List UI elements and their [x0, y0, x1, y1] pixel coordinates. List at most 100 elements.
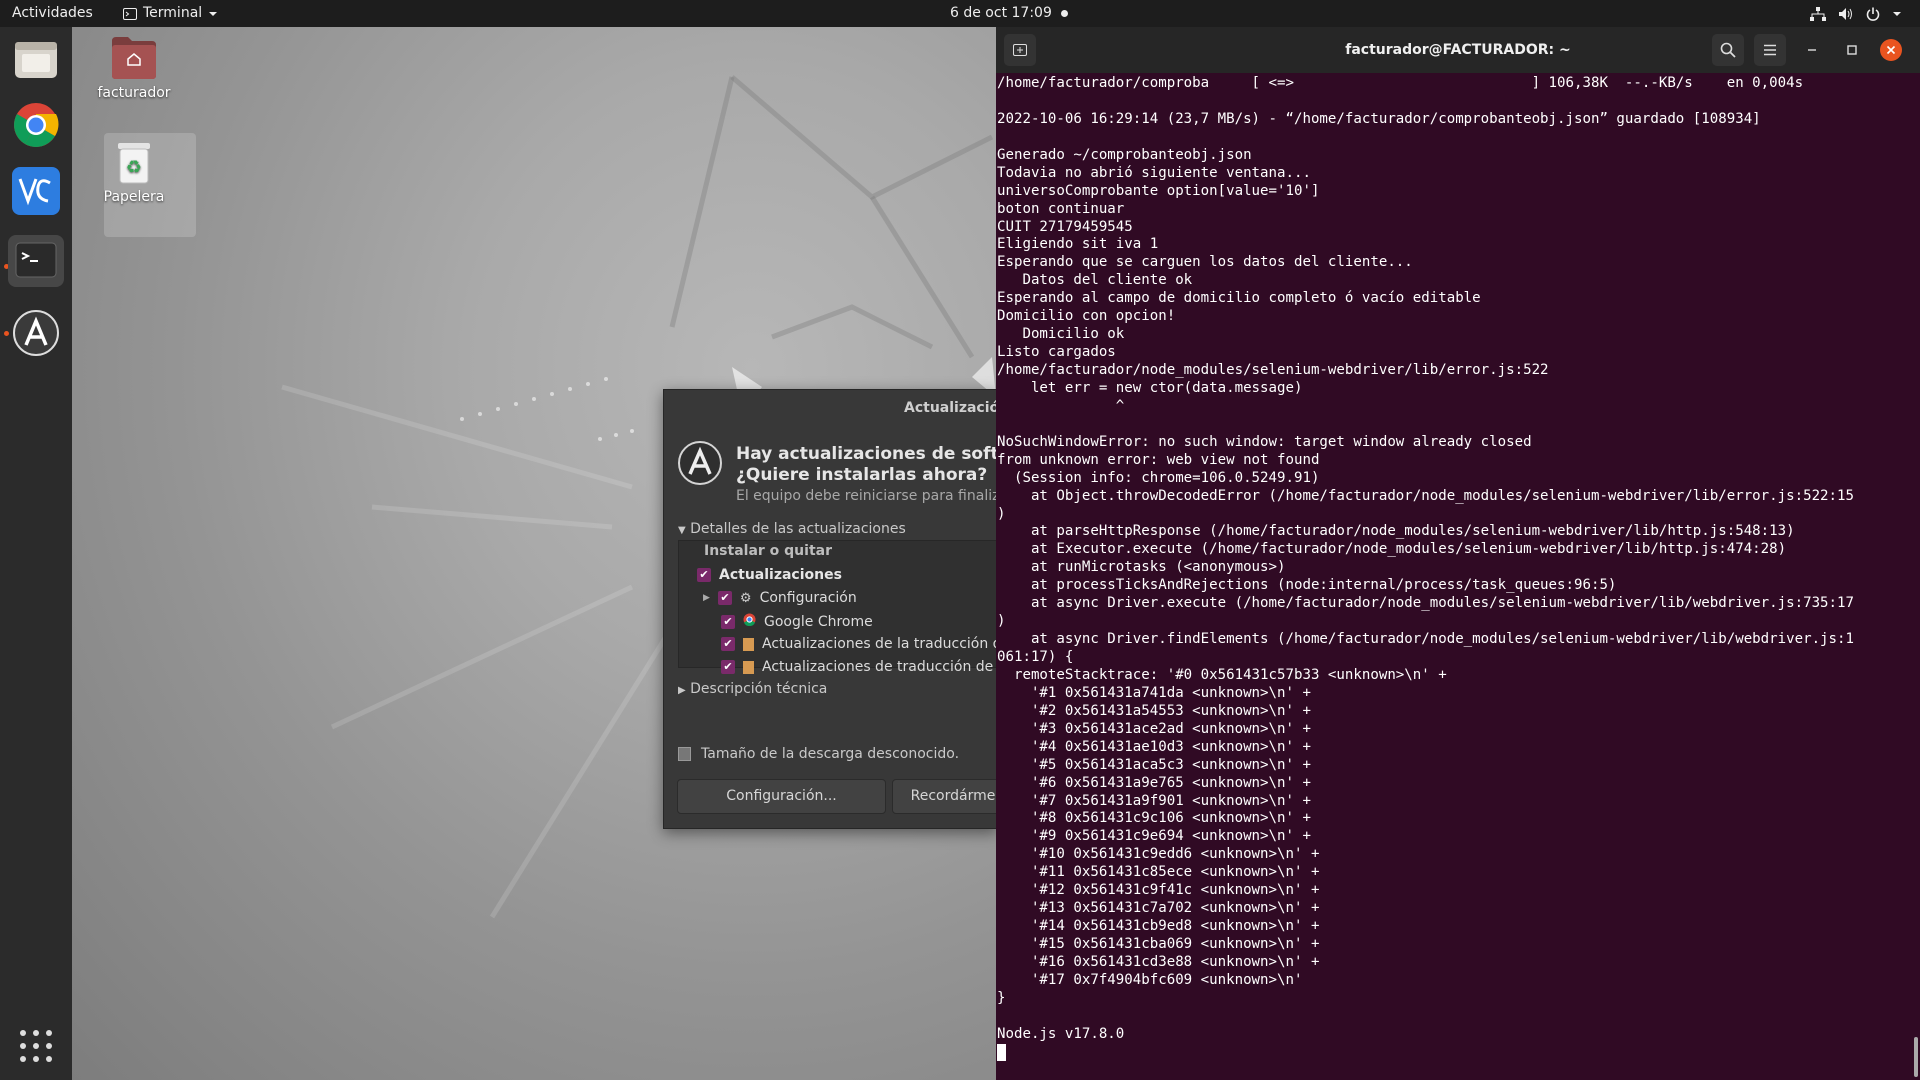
close-button[interactable]	[1880, 39, 1902, 61]
terminal-line: Datos del cliente ok	[997, 272, 1193, 289]
tree-item-translation-2[interactable]: ✔ Actualizaciones de traducción de G	[721, 659, 997, 675]
close-icon	[1886, 45, 1896, 55]
trash-icon: ♻	[110, 139, 158, 187]
terminal-icon[interactable]	[8, 235, 64, 287]
terminal-line: '#3 0x561431ace2ad <unknown>\n' +	[997, 720, 1311, 737]
terminal-window[interactable]: facturador@FACTURADOR: ~ /home/facturado…	[996, 27, 1920, 1080]
activities-button[interactable]: Actividades	[12, 0, 93, 27]
details-label: Detalles de las actualizaciones	[690, 521, 906, 537]
terminal-line: at parseHttpResponse (/home/facturador/n…	[997, 523, 1795, 540]
home-folder-shortcut[interactable]: facturador	[94, 35, 174, 101]
checkbox[interactable]: ✔	[697, 568, 711, 582]
software-updater-icon[interactable]	[12, 309, 60, 357]
chevron-down-icon: ▼	[678, 525, 686, 536]
checkbox[interactable]: ✔	[717, 591, 732, 605]
terminal-line: ^	[997, 397, 1125, 414]
tree-group-updates[interactable]: ✔ Actualizaciones	[697, 567, 842, 583]
search-button[interactable]	[1712, 34, 1744, 66]
terminal-line: '#8 0x561431c9c106 <unknown>\n' +	[997, 810, 1311, 827]
terminal-line: at async Driver.findElements (/home/fact…	[997, 631, 1855, 648]
checkbox[interactable]: ✔	[721, 614, 735, 629]
tree-item-configuracion[interactable]: ▶ ✔ ⚙ Configuración	[703, 590, 857, 606]
tree-item-chrome[interactable]: ✔ Google Chrome	[721, 613, 873, 630]
terminal-line: Listo cargados	[997, 344, 1116, 361]
dialog-headline: Hay actualizaciones de softwar ¿Quiere i…	[736, 444, 997, 486]
trash-label: Papelera	[103, 189, 165, 205]
terminal-line: '#13 0x561431c7a702 <unknown>\n' +	[997, 900, 1320, 917]
terminal-line: '#4 0x561431ae10d3 <unknown>\n' +	[997, 738, 1311, 755]
terminal-line: remoteStacktrace: '#0 0x561431c57b33 <un…	[997, 666, 1447, 683]
terminal-line: /home/facturador/node_modules/selenium-w…	[997, 362, 1549, 378]
app-menu[interactable]: Terminal	[123, 0, 218, 27]
terminal-line: Eligiendo sit iva 1	[997, 236, 1159, 253]
technical-label: Descripción técnica	[690, 681, 828, 697]
new-tab-button[interactable]	[1004, 34, 1036, 66]
power-icon	[1866, 7, 1880, 21]
expand-arrow-icon[interactable]: ▶	[703, 593, 710, 603]
terminal-scrollbar[interactable]	[1914, 1037, 1918, 1077]
package-icon	[743, 660, 754, 674]
terminal-line: at runMicrotasks (<anonymous>)	[997, 559, 1286, 576]
terminal-line: boton continuar	[997, 200, 1125, 217]
terminal-line: )	[997, 505, 1006, 522]
chevron-down-icon	[1893, 11, 1901, 16]
details-expander[interactable]: ▼ Detalles de las actualizaciones	[678, 521, 906, 537]
chrome-icon[interactable]	[12, 101, 60, 149]
svg-text:♻: ♻	[126, 157, 142, 178]
tree-header[interactable]: Instalar o quitar	[704, 543, 832, 559]
terminal-line: at Executor.execute (/home/facturador/no…	[997, 541, 1787, 558]
headline-line-2: ¿Quiere instalarlas ahora?	[736, 465, 988, 485]
terminal-line: CUIT 27179459545	[997, 218, 1133, 235]
terminal-line: '#10 0x561431c9edd6 <unknown>\n' +	[997, 846, 1320, 863]
package-icon	[743, 637, 754, 651]
tree-item-translation-1[interactable]: ✔ Actualizaciones de la traducción de	[721, 636, 997, 652]
text-cursor	[997, 1043, 1006, 1061]
vscode-icon[interactable]	[12, 167, 60, 215]
updates-tree[interactable]: Instalar o quitar ✔ Actualizaciones ▶ ✔ …	[678, 540, 997, 675]
terminal-output[interactable]: /home/facturador/comproba [ <=> ] 106,38…	[997, 75, 1917, 1080]
minimize-button[interactable]	[1796, 34, 1828, 66]
terminal-line: }	[997, 989, 1006, 1006]
top-bar: Actividades Terminal 6 de oct 17:09	[0, 0, 1920, 27]
terminal-line: '#7 0x561431a9f901 <unknown>\n' +	[997, 792, 1311, 809]
home-folder-label: facturador	[97, 85, 171, 101]
terminal-line: at Object.throwDecodedError (/home/factu…	[997, 487, 1855, 504]
terminal-header-bar[interactable]: facturador@FACTURADOR: ~	[996, 27, 1920, 73]
terminal-line: '#2 0x561431a54553 <unknown>\n' +	[997, 702, 1311, 719]
chevron-down-icon	[209, 11, 218, 16]
terminal-line: Domicilio con opcion!	[997, 308, 1176, 325]
info-icon	[678, 747, 691, 761]
menu-button[interactable]	[1754, 34, 1786, 66]
settings-icon: ⚙	[739, 590, 752, 606]
terminal-line: '#14 0x561431cb9ed8 <unknown>\n' +	[997, 918, 1320, 935]
terminal-small-icon	[123, 7, 137, 20]
checkbox[interactable]: ✔	[721, 660, 735, 674]
terminal-line: '#12 0x561431c9f41c <unknown>\n' +	[997, 882, 1320, 899]
trash-shortcut[interactable]: ♻ Papelera	[94, 139, 174, 205]
item-label: Google Chrome	[764, 613, 873, 630]
technical-description-expander[interactable]: ▶ Descripción técnica	[678, 681, 827, 697]
clock[interactable]: 6 de oct 17:09	[950, 0, 1052, 27]
maximize-button[interactable]	[1836, 34, 1868, 66]
checkbox[interactable]: ✔	[721, 637, 735, 651]
dialog-title: Actualización	[904, 400, 997, 416]
terminal-line: NoSuchWindowError: no such window: targe…	[997, 433, 1532, 450]
terminal-line: '#15 0x561431cba069 <unknown>\n' +	[997, 936, 1320, 952]
show-apps-icon[interactable]	[19, 1029, 53, 1067]
terminal-line: '#5 0x561431aca5c3 <unknown>\n' +	[997, 756, 1311, 773]
terminal-prompt-line[interactable]	[997, 1043, 1917, 1062]
terminal-line: Node.js v17.8.0	[997, 1025, 1125, 1042]
terminal-line: Esperando al campo de domicilio completo…	[997, 290, 1481, 307]
chevron-right-icon: ▶	[678, 685, 686, 696]
remind-later-button[interactable]: Recordárme	[892, 779, 997, 814]
system-tray[interactable]	[1810, 0, 1902, 27]
terminal-line: '#17 0x7f4904bfc609 <unknown>\n'	[997, 971, 1303, 988]
settings-button[interactable]: Configuración...	[677, 779, 886, 814]
terminal-line: Domicilio ok	[997, 326, 1125, 343]
terminal-line: /home/facturador/comproba [ <=> ] 106,38…	[997, 75, 1804, 91]
files-icon[interactable]	[12, 36, 60, 84]
maximize-icon	[1847, 45, 1857, 55]
